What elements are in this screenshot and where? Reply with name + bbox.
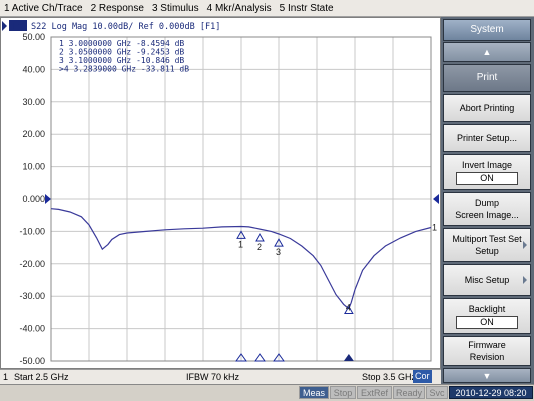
y-tick-label: 20.00 xyxy=(22,129,45,139)
chart-window[interactable]: Tr1 S22 Log Mag 10.00dB/ Ref 0.000dB [F1]… xyxy=(0,17,441,369)
marker-2-number: 2 xyxy=(257,242,262,252)
softkey-scroll-down[interactable]: ▼ xyxy=(443,368,531,383)
softkey-scroll-up[interactable]: ▲ xyxy=(443,42,531,62)
marker-4-number: 4 xyxy=(346,303,351,313)
y-tick-label: -30.00 xyxy=(19,291,45,301)
ifbw-value[interactable]: IFBW 70 kHz xyxy=(186,372,239,382)
menu-instr-state[interactable]: 5 Instr State xyxy=(276,3,338,14)
submenu-arrow-icon xyxy=(523,241,527,249)
submenu-arrow-icon xyxy=(523,276,527,284)
y-tick-label: 30.00 xyxy=(22,97,45,107)
printer-setup-button[interactable]: Printer Setup... xyxy=(443,124,531,152)
meas-indicator: Meas xyxy=(299,386,329,399)
menu-bar: 1 Active Ch/Trace 2 Response 3 Stimulus … xyxy=(0,0,534,17)
channel-number: 1 xyxy=(3,372,9,382)
marker-2-symbol xyxy=(255,232,265,242)
softkey-panel: System ▲ Print Abort Printing Printer Se… xyxy=(441,17,534,385)
marker-readout-4: >4 3.2839000 GHz -33.811 dB xyxy=(59,65,189,74)
invert-image-value: ON xyxy=(456,172,518,185)
reference-level-arrow-left xyxy=(45,194,51,204)
marker-2-stimulus-indicator xyxy=(254,353,266,362)
menu-mkr-analysis[interactable]: 4 Mkr/Analysis xyxy=(203,3,276,14)
y-tick-label: 50.00 xyxy=(22,32,45,42)
trace-end-label: 1 xyxy=(432,223,437,233)
invert-image-label: Invert Image xyxy=(461,160,513,170)
multiport-test-set-setup-button[interactable]: Multiport Test Set Setup xyxy=(443,228,531,262)
menu-stimulus[interactable]: 3 Stimulus xyxy=(148,3,203,14)
start-frequency[interactable]: Start 2.5 GHz xyxy=(14,372,69,382)
trace-badge-label: Tr1 xyxy=(11,22,26,32)
backlight-label: Backlight xyxy=(468,304,506,314)
instrument-status-bar: Meas Stop ExtRef Ready Svc 2010-12-29 08… xyxy=(0,384,534,401)
chevron-down-icon: ▼ xyxy=(482,370,492,381)
marker-4-stimulus-indicator xyxy=(343,354,354,361)
abort-printing-button[interactable]: Abort Printing xyxy=(443,94,531,122)
date-time: 2010-12-29 08:20 xyxy=(449,386,533,399)
backlight-toggle[interactable]: Backlight ON xyxy=(443,298,531,334)
channel-status-bar: 1 Start 2.5 GHz IFBW 70 kHz Stop 3.5 GHz… xyxy=(0,369,441,384)
y-tick-label: 0.000 xyxy=(22,194,45,204)
reference-level-arrow-right xyxy=(433,194,439,204)
dump-screen-image-button[interactable]: Dump Screen Image... xyxy=(443,192,531,226)
marker-3-number: 3 xyxy=(276,247,281,257)
y-tick-label: -40.00 xyxy=(19,324,45,334)
backlight-value: ON xyxy=(456,316,518,329)
y-tick-label: -10.00 xyxy=(19,226,45,236)
stop-indicator: Stop xyxy=(330,386,356,399)
ready-indicator: Ready xyxy=(393,386,425,399)
print-button[interactable]: Print xyxy=(443,64,531,92)
y-tick-label: -50.00 xyxy=(19,356,45,366)
y-tick-label: 10.00 xyxy=(22,162,45,172)
y-tick-label: 40.00 xyxy=(22,64,45,74)
menu-response[interactable]: 2 Response xyxy=(87,3,148,14)
chevron-up-icon: ▲ xyxy=(482,47,492,57)
trace-active-icon xyxy=(2,21,7,31)
y-tick-label: -20.00 xyxy=(19,259,45,269)
misc-setup-button[interactable]: Misc Setup xyxy=(443,264,531,296)
extref-indicator: ExtRef xyxy=(357,386,392,399)
softkey-menu-title: System xyxy=(443,19,531,41)
stop-frequency[interactable]: Stop 3.5 GHz xyxy=(362,372,416,382)
invert-image-toggle[interactable]: Invert Image ON xyxy=(443,154,531,190)
firmware-revision-button[interactable]: Firmware Revision xyxy=(443,336,531,366)
trace-header-text: S22 Log Mag 10.00dB/ Ref 0.000dB [F1] xyxy=(31,22,220,32)
correction-status: Cor xyxy=(413,370,432,383)
menu-active-ch-trace[interactable]: 1 Active Ch/Trace xyxy=(0,3,87,14)
marker-1-number: 1 xyxy=(238,239,243,249)
svc-indicator: Svc xyxy=(426,386,448,399)
s22-plot[interactable]: Tr1 S22 Log Mag 10.00dB/ Ref 0.000dB [F1]… xyxy=(1,18,442,370)
